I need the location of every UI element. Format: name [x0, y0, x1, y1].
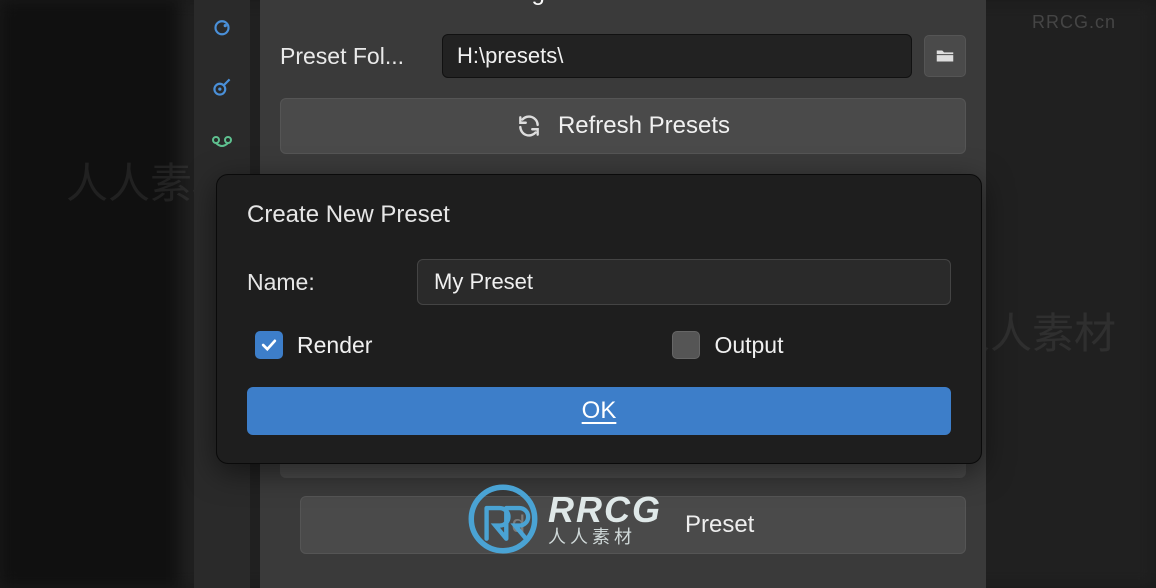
ok-button[interactable]: OK — [247, 387, 951, 435]
refresh-label: Refresh Presets — [558, 112, 730, 140]
logo-brand: RRCG — [548, 492, 662, 528]
lower-preset-label: Preset — [685, 511, 754, 539]
create-preset-dialog: Create New Preset Name: Render Output OK — [216, 174, 982, 464]
output-checkbox-group: Output — [672, 331, 783, 359]
output-tab-icon[interactable] — [205, 70, 239, 104]
refresh-icon — [516, 113, 542, 139]
panel-menu-icon[interactable]: ⋯ — [942, 0, 966, 8]
render-checkbox[interactable] — [255, 331, 283, 359]
preset-folder-value: H:\presets\ — [457, 43, 563, 69]
name-label: Name: — [247, 269, 397, 296]
logo-icon — [468, 484, 538, 554]
output-checkbox[interactable] — [672, 331, 700, 359]
preset-folder-label: Preset Fol... — [280, 43, 430, 70]
name-row: Name: — [247, 259, 951, 305]
addon-tab-icon[interactable] — [205, 126, 239, 160]
logo-sub: 人人素材 — [548, 528, 662, 546]
watermark-url: RRCG.cn — [1032, 12, 1116, 33]
panel-header[interactable]: Render Preset Manager ⋯ — [280, 0, 966, 10]
browse-folder-button[interactable] — [924, 35, 966, 77]
preset-folder-field[interactable]: H:\presets\ — [442, 34, 912, 78]
render-label: Render — [297, 332, 372, 359]
checkbox-row: Render Output — [251, 331, 951, 359]
name-input[interactable] — [417, 259, 951, 305]
refresh-presets-button[interactable]: Refresh Presets — [280, 98, 966, 154]
dialog-title: Create New Preset — [247, 201, 951, 229]
render-tab-icon[interactable] — [205, 14, 239, 48]
watermark-logo: RRCG 人人素材 — [468, 484, 662, 554]
output-label: Output — [714, 332, 783, 359]
preset-folder-row: Preset Fol... H:\presets\ — [280, 34, 966, 78]
render-checkbox-group: Render — [255, 331, 372, 359]
panel-title: Render Preset Manager — [310, 0, 966, 7]
